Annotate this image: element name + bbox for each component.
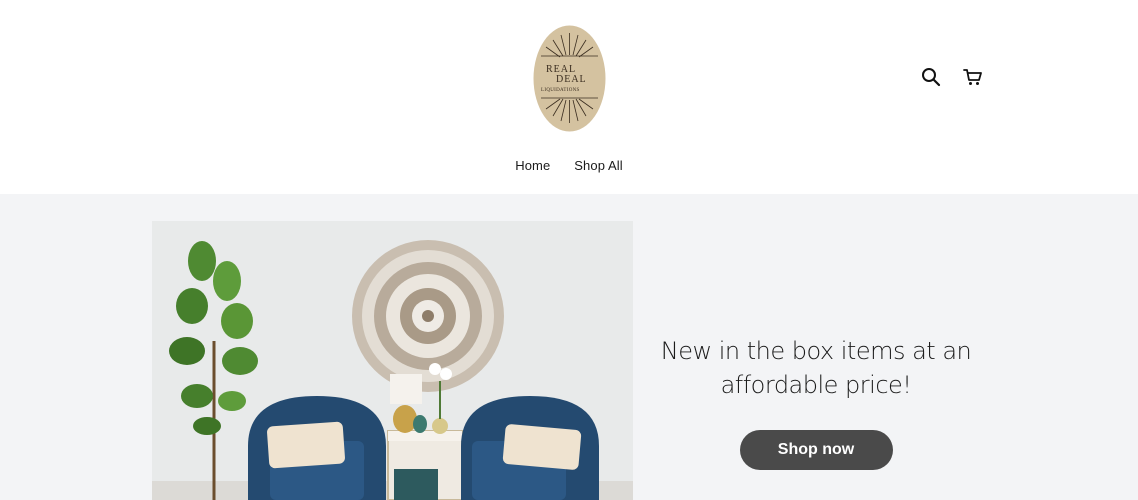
search-icon[interactable] (920, 66, 942, 88)
nav-item-shop-all[interactable]: Shop All (574, 158, 623, 173)
wall-mandala (352, 240, 504, 392)
header-actions (920, 66, 984, 88)
cart-icon[interactable] (962, 66, 984, 88)
right-chair (461, 396, 599, 500)
logo-text-line2: DEAL (556, 74, 587, 85)
shop-now-button[interactable]: Shop now (739, 430, 893, 470)
hero-image (152, 221, 633, 500)
left-chair (248, 396, 386, 500)
logo-text-line3: LIQUIDATIONS (541, 88, 580, 93)
logo-badge: REAL DEAL LIQUIDATIONS (533, 25, 606, 132)
hero-heading: New in the box items at an affordable pr… (660, 337, 972, 399)
main-nav: Home Shop All (0, 158, 1138, 173)
nav-item-home[interactable]: Home (515, 158, 550, 173)
brand-logo[interactable]: REAL DEAL LIQUIDATIONS (533, 25, 606, 132)
hero-content: New in the box items at an affordable pr… (650, 334, 982, 470)
site-header: REAL DEAL LIQUIDATIONS Home Shop All (0, 0, 1138, 194)
hero-banner: New in the box items at an affordable pr… (0, 194, 1138, 500)
